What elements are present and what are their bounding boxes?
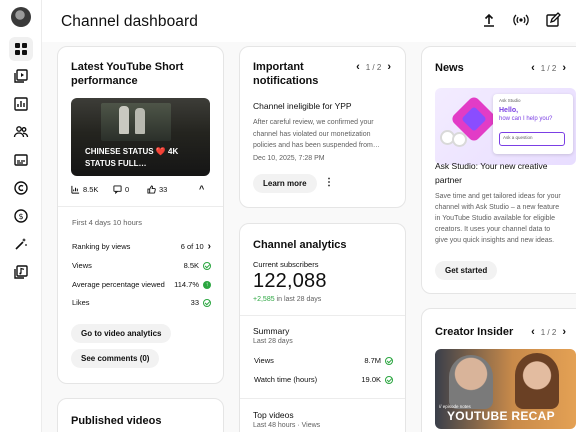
notifications-card: Important notifications ‹ 1 / 2 › Channe…	[239, 46, 406, 208]
chevron-left-icon[interactable]: ‹	[531, 62, 535, 74]
news-body: Save time and get tailored ideas for you…	[435, 193, 561, 244]
creator-insider-thumbnail[interactable]: // episode notes YOUTUBE RECAP	[435, 349, 576, 429]
content-icon[interactable]	[9, 64, 33, 88]
chevron-left-icon[interactable]: ‹	[356, 61, 360, 73]
news-image[interactable]: Ask Studio Hello, how can I help you? As…	[435, 88, 576, 165]
page-title: Channel dashboard	[61, 13, 198, 30]
news-pager: ‹ 1 / 2 ›	[531, 62, 566, 74]
copyright-icon[interactable]	[9, 176, 33, 200]
card-title: Latest YouTube Short performance	[71, 61, 184, 87]
channel-avatar[interactable]	[11, 7, 31, 27]
more-options-icon[interactable]: ⋮	[324, 177, 334, 189]
see-comments-button[interactable]: See comments (0)	[71, 349, 160, 368]
top-videos-title: Top videos	[253, 410, 294, 420]
likes-count: 33	[159, 184, 168, 194]
stat-row-avg-viewed: Average percentage viewed 114.7% ↑	[72, 280, 211, 289]
subtitles-icon[interactable]	[9, 148, 33, 172]
analytics-icon[interactable]	[9, 92, 33, 116]
creator-insider-card: Creator Insider ‹ 1 / 2 › // episode not…	[421, 308, 576, 432]
community-icon[interactable]	[9, 120, 33, 144]
svg-text:$: $	[18, 212, 23, 221]
create-post-icon[interactable]	[544, 11, 562, 29]
collapse-icon[interactable]: ^	[199, 184, 204, 194]
stat-row-ranking[interactable]: Ranking by views 6 of 10 ›	[72, 241, 211, 252]
top-videos-subtitle: Last 48 hours · Views	[253, 422, 321, 429]
thumbnail-caption-2: STATUS FULL…	[85, 159, 147, 168]
left-nav-rail: $	[0, 0, 42, 432]
host-1	[449, 355, 493, 409]
earn-icon[interactable]: $	[9, 204, 33, 228]
summary-title: Summary	[253, 326, 290, 336]
notification-body: After careful review, we confirmed your …	[253, 119, 380, 149]
views-count: 8.5K	[83, 184, 99, 194]
short-stats-bar: 8.5K 0 33 ^	[71, 184, 211, 194]
comments-icon	[113, 184, 122, 194]
card-title: Important notifications	[253, 61, 319, 87]
views-icon	[71, 185, 80, 194]
get-started-button[interactable]: Get started	[435, 261, 498, 280]
audio-library-icon[interactable]	[9, 260, 33, 284]
notifications-pager: ‹ 1 / 2 ›	[356, 61, 391, 73]
published-videos-card: Published videos	[57, 398, 224, 432]
chevron-left-icon[interactable]: ‹	[531, 326, 535, 338]
check-icon	[385, 375, 393, 384]
live-icon[interactable]	[512, 11, 530, 29]
learn-more-button[interactable]: Learn more	[253, 174, 317, 193]
subscribers-count: 122,088	[253, 270, 327, 292]
analytics-row-watch-time: Watch time (hours) 19.0K	[254, 375, 393, 384]
notification-date: Dec 10, 2025, 7:28 PM	[253, 155, 325, 162]
subscribers-delta: +2,585 in last 28 days	[253, 296, 322, 303]
dashboard-icon[interactable]	[9, 37, 33, 61]
channel-analytics-card: Channel analytics Current subscribers 12…	[239, 223, 406, 432]
analytics-row-views: Views 8.7M	[254, 356, 393, 365]
card-title: Published videos	[71, 415, 162, 427]
latest-short-card: Latest YouTube Short performance CHINESE…	[57, 46, 224, 384]
chevron-right-icon[interactable]: ›	[562, 62, 566, 74]
chevron-right-icon: ›	[207, 241, 211, 252]
check-icon	[385, 356, 393, 365]
chevron-right-icon[interactable]: ›	[562, 326, 566, 338]
upload-icon[interactable]	[480, 11, 498, 29]
likes-icon	[147, 184, 156, 194]
subscribers-label: Current subscribers	[253, 260, 319, 269]
card-title: Creator Insider	[435, 326, 514, 338]
go-to-video-analytics-button[interactable]: Go to video analytics	[71, 324, 172, 343]
customize-icon[interactable]	[9, 232, 33, 256]
stat-row-views: Views 8.5K	[72, 261, 211, 270]
short-thumbnail[interactable]: CHINESE STATUS ❤️ 4K STATUS FULL…	[71, 98, 210, 176]
check-icon	[203, 261, 211, 270]
summary-subtitle: Last 28 days	[253, 338, 293, 345]
check-icon	[203, 298, 211, 307]
short-period: First 4 days 10 hours	[72, 218, 143, 227]
news-card: News ‹ 1 / 2 › Ask Studio Hello, how can…	[421, 46, 576, 294]
news-heading: Ask Studio: Your new creative partner	[435, 161, 548, 185]
card-title: News	[435, 62, 464, 74]
stat-row-likes: Likes 33	[72, 298, 211, 307]
top-bar: Channel dashboard	[42, 0, 576, 42]
creator-insider-pager: ‹ 1 / 2 ›	[531, 326, 566, 338]
card-title: Channel analytics	[253, 239, 347, 251]
comments-count: 0	[125, 184, 130, 194]
host-2	[515, 353, 559, 409]
chevron-right-icon[interactable]: ›	[387, 61, 391, 73]
trend-up-icon: ↑	[203, 280, 211, 289]
notification-heading: Channel ineligible for YPP	[253, 101, 352, 111]
thumbnail-caption-1: CHINESE STATUS ❤️ 4K	[85, 147, 179, 156]
